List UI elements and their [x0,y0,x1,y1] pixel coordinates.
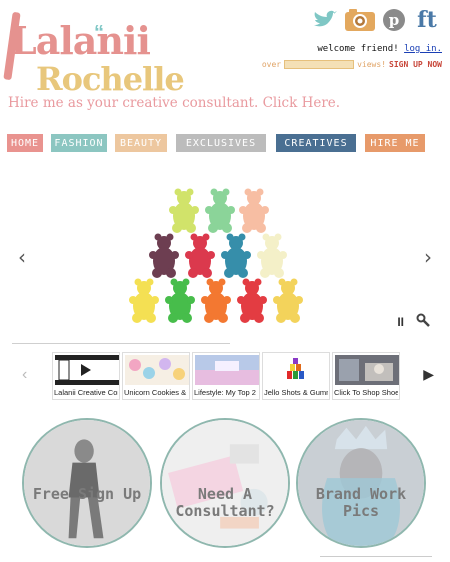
welcome-message: welcome friend! log in. [317,44,442,54]
quote-icon: “ [94,22,104,44]
pause-icon[interactable]: II [397,315,404,329]
cookies-image [125,355,189,385]
jello-shots-image [265,355,329,385]
image-slider: ‹ › II [12,170,438,340]
divider [12,343,230,344]
instagram-camera-icon[interactable] [344,8,376,32]
svg-text:p: p [389,11,400,29]
social-links: p ft [312,7,442,33]
circle-label-2: Pics [342,502,380,520]
thumbnail-item[interactable]: Click To Shop Shoe [332,352,400,400]
chevron-left-icon[interactable]: ‹ [18,245,26,269]
nav-hire-me[interactable]: HIRE ME [365,134,425,152]
lifestyle-image [195,355,259,385]
views-prefix: over [261,60,282,69]
brand-work-circle[interactable]: Brand Work Pics [296,418,426,548]
zoom-icon[interactable] [416,313,430,327]
desk-photo [162,420,288,546]
twitter-bird-icon[interactable] [312,8,338,32]
thumb-next-icon[interactable]: ▶ [423,366,434,383]
nav-creatives[interactable]: CREATIVES [276,134,356,152]
thumbnail-caption: Jello Shots & Gumm [264,388,328,397]
post-thumbnails: ‹ Lalanii Creative Cor Unicorn Cookies &… [22,352,434,404]
gummy-bears-image [129,188,303,323]
facebook-tumblr-icon[interactable]: ft [412,7,442,33]
view-counter: over views! SIGN UP NOW [262,60,442,69]
thumbnail-caption: Unicorn Cookies & C [124,388,188,397]
login-link[interactable]: log in. [404,44,442,54]
nav-beauty[interactable]: BEAUTY [115,134,167,152]
thumbnail-item[interactable]: Lalanii Creative Cor [52,352,120,400]
film-play-icon [55,355,119,385]
thumbnail-caption: Lalanii Creative Cor [54,388,118,397]
nav-exclusives[interactable]: EXCLUSIVES [176,134,266,152]
free-signup-circle[interactable]: Free Sign Up [22,418,152,548]
thumbnail-item[interactable]: Lifestyle: My Top 2 L [192,352,260,400]
thumb-prev-icon[interactable]: ‹ [22,366,27,384]
model-photo [24,420,150,546]
circle-label-2: Consultant? [175,502,275,520]
signup-link[interactable]: SIGN UP NOW [389,60,442,69]
nav-home[interactable]: HOME [7,134,43,152]
shoe-shop-image [335,355,399,385]
circle-label-1: Brand Work [315,485,407,503]
pinterest-icon[interactable]: p [382,8,406,32]
hire-consultant-link[interactable]: Hire me as your creative consultant. Cli… [8,95,340,111]
brand-photo [298,420,424,546]
counter-digits [284,60,355,69]
thumbnail-caption: Click To Shop Shoe [334,388,398,397]
thumbnail-item[interactable]: Jello Shots & Gumm [262,352,330,400]
logo-line-2: Rochelle [36,60,185,98]
circle-label: Free Sign Up [32,485,142,503]
welcome-text: welcome friend! [317,44,399,54]
views-suffix: views! [357,60,387,69]
need-consultant-circle[interactable]: Need A Consultant? [160,418,290,548]
thumbnail-item[interactable]: Unicorn Cookies & C [122,352,190,400]
chevron-right-icon[interactable]: › [424,245,432,269]
site-logo[interactable]: Lalanii “ Rochelle [3,8,185,98]
circle-label-1: Need A [197,485,253,503]
divider [320,556,432,557]
nav-fashion[interactable]: FASHION [51,134,107,152]
logo-line-1: Lalanii [10,18,151,63]
thumbnail-caption: Lifestyle: My Top 2 L [194,388,258,397]
